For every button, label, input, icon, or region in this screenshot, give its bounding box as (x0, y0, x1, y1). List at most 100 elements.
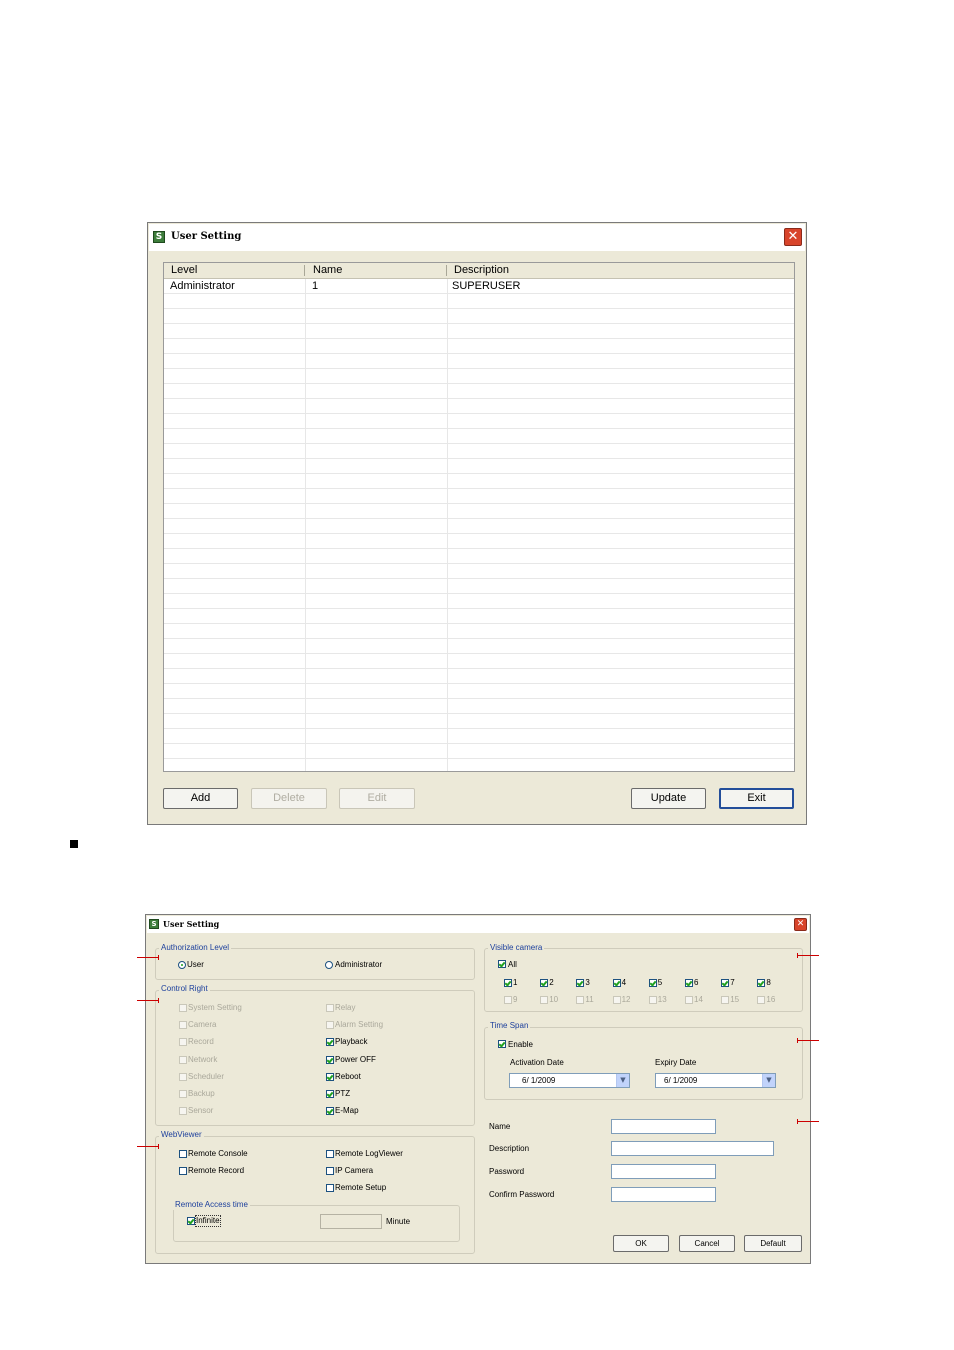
camera-3-checkbox[interactable] (576, 979, 585, 987)
camera-3-label[interactable]: 3 (585, 978, 589, 988)
reboot-checkbox[interactable] (326, 1072, 334, 1081)
remote-setup-checkbox[interactable] (326, 1184, 334, 1192)
name-input[interactable] (611, 1119, 716, 1134)
camera-8-label[interactable]: 8 (766, 978, 770, 988)
remote-console-label[interactable]: Remote Console (188, 1149, 248, 1159)
delete-button[interactable]: Delete (251, 788, 327, 809)
infinite-checkbox[interactable] (187, 1217, 195, 1225)
camera-16-checkbox[interactable] (757, 996, 766, 1004)
default-button[interactable]: Default (744, 1235, 802, 1252)
remote-record-checkbox[interactable] (179, 1167, 187, 1175)
camera-4-checkbox[interactable] (612, 979, 621, 987)
camera-12-label[interactable]: 12 (622, 995, 631, 1005)
exit-button[interactable]: Exit (719, 788, 794, 809)
camera-7-label[interactable]: 7 (730, 978, 734, 988)
user-list[interactable]: Level Name Description Administrator 1 S… (163, 262, 795, 772)
table-row[interactable] (164, 699, 794, 714)
ip-camera-label[interactable]: IP Camera (335, 1166, 373, 1176)
remote-logviewer-checkbox[interactable] (326, 1150, 334, 1158)
table-row[interactable]: Administrator 1 SUPERUSER (164, 279, 794, 294)
backup-label[interactable]: Backup (188, 1089, 215, 1099)
table-row[interactable] (164, 519, 794, 534)
table-row[interactable] (164, 399, 794, 414)
table-row[interactable] (164, 429, 794, 444)
user-radio-label[interactable]: User (187, 960, 204, 970)
remote-console-checkbox[interactable] (179, 1150, 187, 1158)
all-cameras-label[interactable]: All (508, 960, 517, 970)
table-row[interactable] (164, 489, 794, 504)
camera-6-checkbox[interactable] (685, 979, 693, 987)
close-button[interactable]: ✕ (784, 228, 802, 246)
cancel-button[interactable]: Cancel (679, 1235, 735, 1252)
camera-5-checkbox[interactable] (648, 979, 657, 987)
table-row[interactable] (164, 669, 794, 684)
camera-checkbox[interactable] (179, 1021, 187, 1030)
infinite-label[interactable]: Infinite (195, 1215, 221, 1227)
camera-12-checkbox[interactable] (612, 996, 621, 1004)
ptz-label[interactable]: PTZ (335, 1089, 350, 1099)
chevron-down-icon[interactable]: ▼ (616, 1074, 629, 1087)
table-row[interactable] (164, 639, 794, 654)
table-row[interactable] (164, 744, 794, 759)
alarm-setting-label[interactable]: Alarm Setting (335, 1020, 383, 1030)
title-bar[interactable]: S User Setting ✕ (147, 916, 809, 933)
remote-logviewer-label[interactable]: Remote LogViewer (335, 1149, 403, 1159)
reboot-label[interactable]: Reboot (335, 1072, 361, 1082)
update-button[interactable]: Update (631, 788, 706, 809)
minute-input[interactable] (320, 1214, 382, 1229)
camera-15-label[interactable]: 15 (730, 995, 739, 1005)
column-header-name[interactable]: Name (313, 264, 342, 276)
camera-1-label[interactable]: 1 (513, 978, 517, 988)
camera-11-label[interactable]: 11 (585, 995, 593, 1005)
e-map-label[interactable]: E-Map (335, 1106, 359, 1116)
network-checkbox[interactable] (179, 1055, 187, 1064)
table-row[interactable] (164, 579, 794, 594)
camera-10-label[interactable]: 10 (549, 995, 558, 1005)
chevron-down-icon[interactable]: ▼ (762, 1074, 775, 1087)
power-off-label[interactable]: Power OFF (335, 1055, 376, 1065)
relay-checkbox[interactable] (326, 1004, 334, 1012)
enable-checkbox[interactable] (498, 1040, 506, 1048)
table-row[interactable] (164, 759, 794, 771)
table-row[interactable] (164, 654, 794, 669)
camera-6-label[interactable]: 6 (694, 978, 698, 988)
table-row[interactable] (164, 369, 794, 384)
record-checkbox[interactable] (179, 1038, 187, 1047)
table-row[interactable] (164, 339, 794, 354)
sensor-label[interactable]: Sensor (188, 1106, 213, 1116)
camera-label[interactable]: Camera (188, 1020, 216, 1030)
playback-label[interactable]: Playback (335, 1037, 367, 1047)
ok-button[interactable]: OK (613, 1235, 669, 1252)
camera-11-checkbox[interactable] (576, 996, 585, 1004)
table-row[interactable] (164, 594, 794, 609)
table-row[interactable] (164, 324, 794, 339)
table-row[interactable] (164, 609, 794, 624)
system-setting-label[interactable]: System Setting (188, 1003, 242, 1013)
relay-label[interactable]: Relay (335, 1003, 355, 1013)
table-row[interactable] (164, 309, 794, 324)
remote-record-label[interactable]: Remote Record (188, 1166, 244, 1176)
column-header-description[interactable]: Description (454, 264, 509, 276)
power-off-checkbox[interactable] (326, 1055, 334, 1064)
camera-9-checkbox[interactable] (504, 996, 512, 1004)
camera-14-label[interactable]: 14 (694, 995, 703, 1005)
table-row[interactable] (164, 444, 794, 459)
activation-date-picker[interactable]: 6/ 1/2009 ▼ (509, 1073, 630, 1088)
scheduler-checkbox[interactable] (179, 1072, 187, 1081)
user-radio[interactable] (178, 961, 186, 969)
backup-checkbox[interactable] (179, 1090, 187, 1098)
camera-9-label[interactable]: 9 (513, 995, 517, 1005)
confirm-password-input[interactable] (611, 1187, 716, 1202)
table-row[interactable] (164, 729, 794, 744)
e-map-checkbox[interactable] (326, 1107, 334, 1116)
camera-5-label[interactable]: 5 (658, 978, 662, 988)
table-row[interactable] (164, 564, 794, 579)
camera-16-label[interactable]: 16 (766, 995, 775, 1005)
table-row[interactable] (164, 534, 794, 549)
playback-checkbox[interactable] (326, 1038, 334, 1047)
camera-2-label[interactable]: 2 (549, 978, 553, 988)
administrator-radio-label[interactable]: Administrator (335, 960, 382, 970)
close-button[interactable]: ✕ (794, 918, 807, 931)
edit-button[interactable]: Edit (339, 788, 415, 809)
record-label[interactable]: Record (188, 1037, 214, 1047)
